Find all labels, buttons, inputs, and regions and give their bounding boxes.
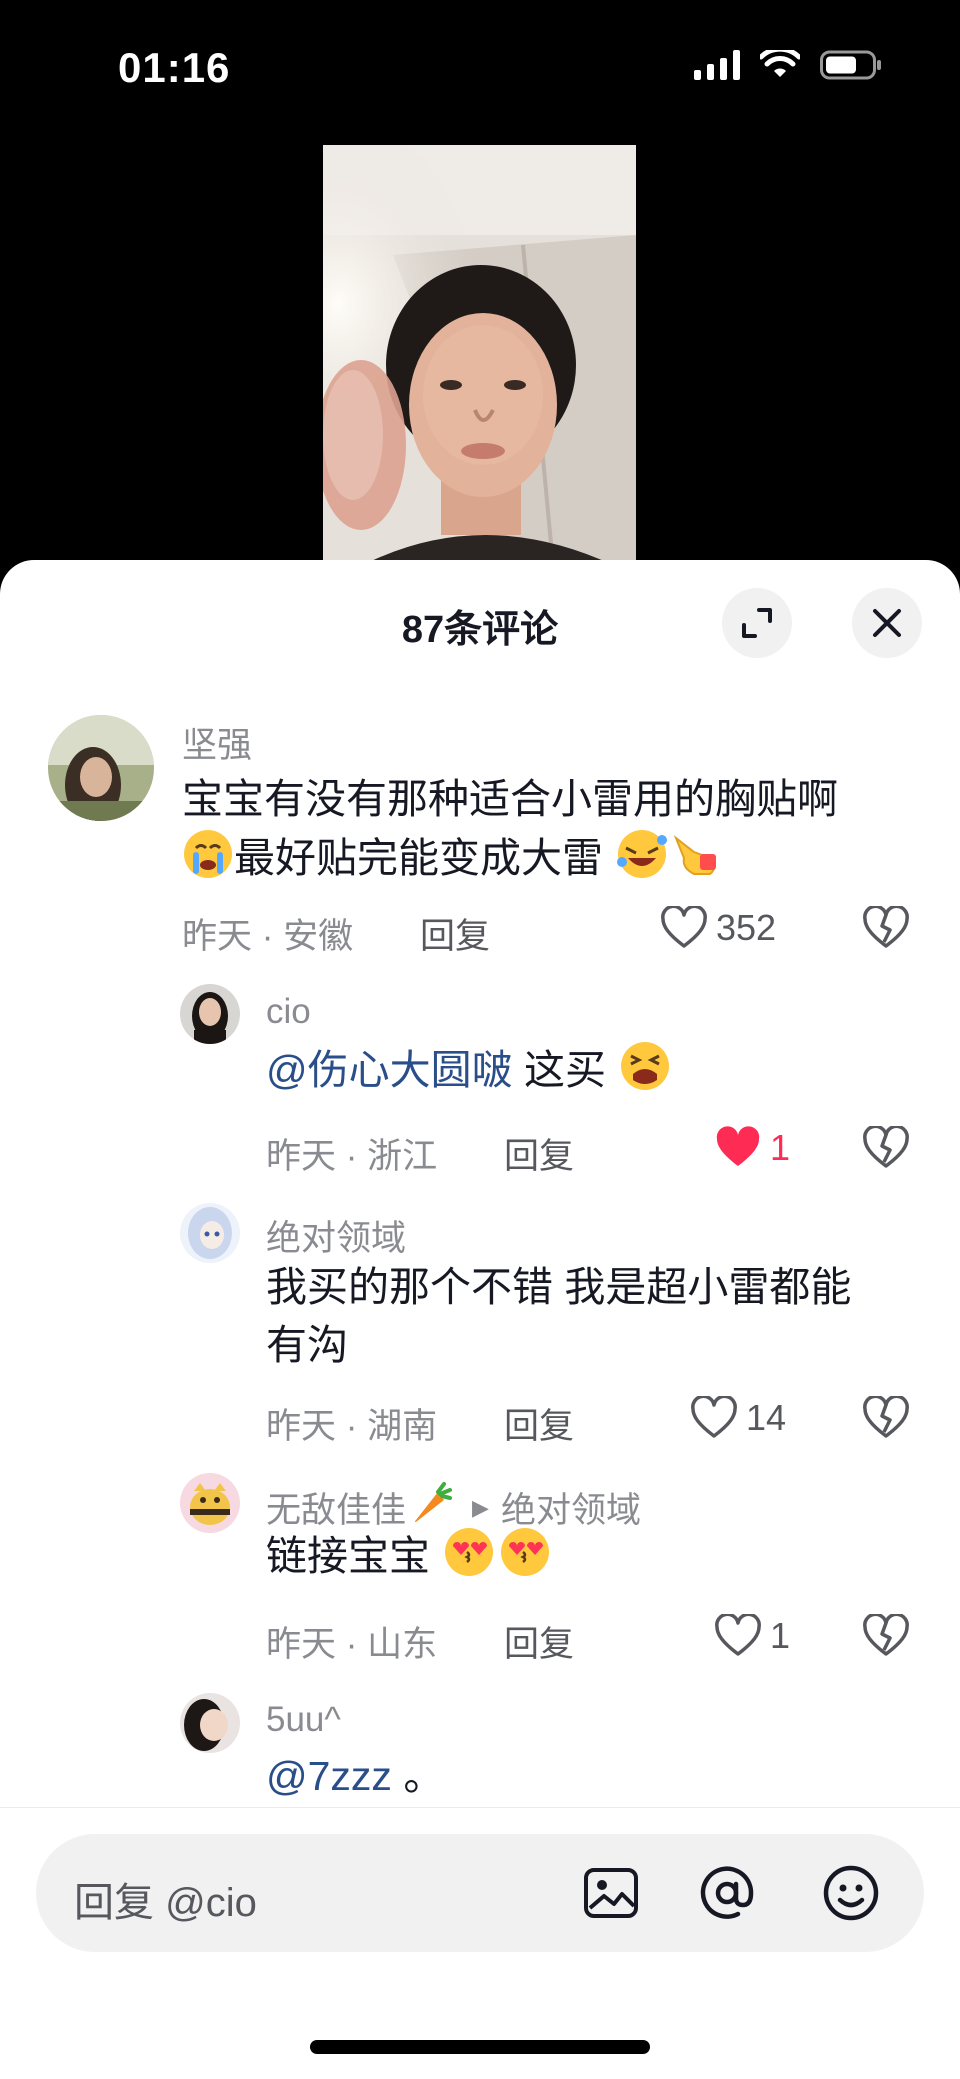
pointing-hand-emoji-icon bbox=[670, 828, 722, 895]
tired-face-emoji-icon bbox=[617, 1040, 673, 1107]
reply-button[interactable]: 回复 bbox=[420, 908, 490, 959]
comment-text: 我买的那个不错 我是超小雷都能 有沟 bbox=[266, 1258, 926, 1374]
comment-text-body: 这买 bbox=[524, 1047, 607, 1093]
cellular-signal-icon bbox=[694, 50, 740, 80]
video-player[interactable] bbox=[323, 145, 636, 565]
reply-arrow-icon: ▶ bbox=[472, 1494, 489, 1520]
broken-heart-icon bbox=[863, 1394, 909, 1438]
avatar[interactable] bbox=[180, 1693, 240, 1753]
like-button[interactable]: 1 bbox=[714, 1126, 790, 1170]
dislike-button[interactable] bbox=[862, 1612, 910, 1663]
avatar[interactable] bbox=[48, 715, 154, 821]
divider bbox=[0, 1807, 960, 1808]
broken-heart-icon bbox=[863, 904, 909, 948]
like-button[interactable]: 352 bbox=[660, 906, 776, 950]
emoji-icon bbox=[823, 1865, 879, 1921]
close-button[interactable] bbox=[852, 588, 922, 658]
reply-button[interactable]: 回复 bbox=[504, 1398, 574, 1449]
avatar[interactable] bbox=[180, 1473, 240, 1533]
dislike-button[interactable] bbox=[862, 1124, 910, 1175]
mention-button[interactable] bbox=[698, 1864, 756, 1927]
like-count: 1 bbox=[770, 1615, 791, 1656]
broken-heart-icon bbox=[863, 1612, 909, 1656]
comment-time-location: 昨天 · 湖南 bbox=[266, 1407, 438, 1446]
rofl-emoji-icon bbox=[614, 828, 670, 895]
close-icon bbox=[873, 609, 901, 637]
comment-text: @7zzz 。 bbox=[266, 1747, 926, 1805]
heart-filled-icon bbox=[716, 1126, 760, 1166]
avatar[interactable] bbox=[180, 1203, 240, 1263]
comment-text-line1: 我买的那个不错 我是超小雷都能 bbox=[266, 1264, 852, 1310]
heart-icon bbox=[715, 1614, 761, 1656]
expand-button[interactable] bbox=[722, 588, 792, 658]
comment-text-line2: 有沟 bbox=[266, 1322, 348, 1368]
comment-text-line2: 最好贴完能变成大雷 bbox=[234, 835, 603, 881]
crying-face-emoji-icon bbox=[182, 828, 234, 895]
comment-text: @伤心大圆啵 这买 bbox=[266, 1040, 926, 1107]
reply-input-placeholder: 回复 @cio bbox=[74, 1881, 257, 1925]
like-count: 1 bbox=[770, 1127, 791, 1168]
heart-icon bbox=[691, 1396, 737, 1438]
comment-text-body: 链接宝宝 bbox=[266, 1533, 430, 1579]
reply-button[interactable]: 回复 bbox=[504, 1616, 574, 1667]
mention-link[interactable]: @7zzz bbox=[266, 1753, 392, 1799]
comment-username[interactable]: 5uu^ bbox=[266, 1700, 341, 1740]
comment-username[interactable]: 坚强 bbox=[182, 717, 252, 768]
at-icon bbox=[700, 1866, 754, 1919]
comment-username[interactable]: 绝对领域 bbox=[266, 1210, 406, 1261]
like-button[interactable]: 1 bbox=[714, 1614, 790, 1658]
comment-text-body: 。 bbox=[403, 1753, 445, 1799]
home-indicator[interactable] bbox=[310, 2040, 650, 2054]
expand-icon bbox=[742, 608, 772, 638]
comment-time-location: 昨天 · 安徽 bbox=[182, 917, 354, 956]
comment-text-line1: 宝宝有没有那种适合小雷用的胸贴啊 bbox=[182, 776, 838, 822]
status-bar: 01:16 bbox=[0, 0, 960, 140]
comment-username[interactable]: cio bbox=[266, 992, 311, 1032]
reply-button[interactable]: 回复 bbox=[504, 1128, 574, 1179]
status-icons bbox=[694, 50, 882, 80]
like-count: 14 bbox=[746, 1397, 787, 1438]
image-button[interactable] bbox=[582, 1864, 640, 1927]
status-time: 01:16 bbox=[118, 44, 231, 91]
comment-text: 链接宝宝 bbox=[266, 1526, 926, 1593]
avatar[interactable] bbox=[180, 984, 240, 1044]
comment-text: 宝宝有没有那种适合小雷用的胸贴啊 最好贴完能变成大雷 bbox=[182, 770, 922, 895]
comment-time-location: 昨天 · 山东 bbox=[266, 1625, 438, 1664]
image-icon bbox=[584, 1868, 638, 1918]
reply-input[interactable]: 回复 @cio bbox=[36, 1834, 924, 1952]
dislike-button[interactable] bbox=[862, 904, 910, 955]
kissing-heart-eyes-emoji-icon bbox=[441, 1526, 497, 1593]
kissing-heart-eyes-emoji-icon bbox=[497, 1526, 553, 1593]
battery-icon bbox=[820, 50, 881, 80]
mention-link[interactable]: @伤心大圆啵 bbox=[266, 1047, 513, 1093]
sheet-header: 87条评论 bbox=[0, 560, 960, 680]
like-button[interactable]: 14 bbox=[690, 1396, 786, 1440]
broken-heart-icon bbox=[863, 1124, 909, 1168]
emoji-button[interactable] bbox=[822, 1864, 880, 1927]
like-count: 352 bbox=[716, 907, 777, 948]
wifi-icon bbox=[760, 50, 800, 77]
dislike-button[interactable] bbox=[862, 1394, 910, 1445]
comment-time-location: 昨天 · 浙江 bbox=[266, 1137, 438, 1176]
video-frame bbox=[323, 145, 636, 565]
heart-icon bbox=[661, 906, 707, 948]
comment-count-title: 87条评论 bbox=[401, 609, 559, 651]
